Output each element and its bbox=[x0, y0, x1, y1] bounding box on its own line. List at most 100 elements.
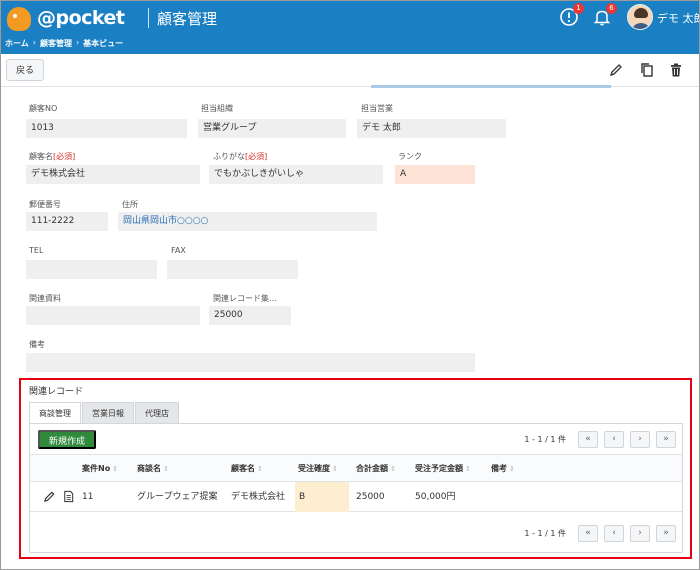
cell-planned: 50,000円 bbox=[415, 492, 456, 502]
column-header-probability[interactable]: 受注確度 ⇕ bbox=[298, 455, 338, 483]
postal-code-field: 111-2222 bbox=[26, 212, 108, 231]
breadcrumb-home[interactable]: ホーム bbox=[5, 38, 29, 49]
customer-name-label: 顧客名[必須] bbox=[29, 151, 75, 162]
required-mark: [必須] bbox=[245, 152, 268, 161]
column-header-customer[interactable]: 顧客名 ⇕ bbox=[231, 455, 263, 483]
sort-icon: ⇕ bbox=[465, 465, 471, 473]
related-docs-field bbox=[26, 306, 200, 325]
table-row[interactable]: 11 グループウェア提案 デモ株式会社 B 25000 50,000円 bbox=[30, 482, 682, 512]
fax-label: FAX bbox=[171, 246, 186, 255]
alert-count-badge: 1 bbox=[573, 3, 584, 14]
related-total-label: 関連レコード集… bbox=[213, 294, 277, 303]
tab-deals[interactable]: 商談管理 bbox=[29, 402, 81, 423]
column-label: 受注確度 bbox=[298, 464, 330, 473]
column-header-planned[interactable]: 受注予定金額 ⇕ bbox=[415, 455, 471, 483]
breadcrumb-customer[interactable]: 顧客管理 bbox=[40, 38, 72, 49]
last-page-button[interactable]: » bbox=[656, 525, 676, 542]
cell-probability: B bbox=[295, 482, 349, 512]
user-name[interactable]: デモ 太郎 bbox=[657, 10, 699, 26]
notes-field bbox=[26, 353, 475, 372]
column-label: 合計金額 bbox=[356, 464, 388, 473]
prev-page-button[interactable]: ‹ bbox=[604, 525, 624, 542]
back-button[interactable]: 戻る bbox=[6, 59, 45, 81]
new-record-button[interactable]: 新規作成 bbox=[38, 430, 97, 449]
column-header-total[interactable]: 合計金額 ⇕ bbox=[356, 455, 396, 483]
last-page-button[interactable]: » bbox=[656, 431, 676, 448]
record-toolbar: 戻る bbox=[1, 54, 699, 87]
column-header-case-no[interactable]: 案件No ⇕ bbox=[82, 455, 118, 483]
fax-field bbox=[167, 260, 298, 279]
pager-top: 1 - 1 / 1 件 « ‹ › » bbox=[524, 431, 676, 448]
header-divider bbox=[148, 8, 149, 28]
column-label: 備考 bbox=[491, 464, 507, 473]
sales-rep-field: デモ 太郎 bbox=[357, 119, 506, 138]
app-logo[interactable]: @pocket bbox=[7, 5, 147, 33]
furigana-field: でもかぶしきがいしゃ bbox=[209, 165, 383, 184]
sort-icon: ⇕ bbox=[390, 465, 396, 473]
address-link[interactable]: 岡山県岡山市○○○○ bbox=[118, 212, 377, 231]
column-label: 商談名 bbox=[137, 464, 161, 473]
copy-icon[interactable] bbox=[639, 62, 655, 78]
related-docs-label: 関連資料 bbox=[29, 294, 61, 303]
notification-count-badge: 6 bbox=[606, 3, 617, 14]
furigana-label-text: ふりがな bbox=[213, 152, 245, 161]
customer-no-label: 顧客NO bbox=[29, 104, 58, 113]
progress-accent-bar bbox=[371, 85, 611, 88]
edit-icon[interactable] bbox=[608, 62, 624, 78]
prev-page-button[interactable]: ‹ bbox=[604, 431, 624, 448]
sort-icon: ⇕ bbox=[332, 465, 338, 473]
breadcrumb-view: 基本ビュー bbox=[83, 39, 124, 48]
notes-label: 備考 bbox=[29, 340, 45, 349]
cell-total: 25000 bbox=[356, 492, 385, 502]
cell-deal-name[interactable]: グループウェア提案 bbox=[137, 482, 217, 512]
related-tabs: 商談管理 営業日報 代理店 bbox=[29, 402, 180, 423]
customer-name-label-text: 顧客名 bbox=[29, 152, 53, 161]
breadcrumb-separator-icon: › bbox=[75, 38, 80, 47]
column-label: 案件No bbox=[82, 464, 111, 473]
related-records-section: 関連レコード 商談管理 営業日報 代理店 新規作成 1 - 1 / 1 件 « … bbox=[19, 378, 692, 559]
customer-name-field: デモ株式会社 bbox=[26, 165, 200, 184]
sort-icon: ⇕ bbox=[509, 465, 515, 473]
cell-customer: デモ株式会社 bbox=[231, 492, 286, 502]
customer-no-field: 1013 bbox=[26, 119, 187, 138]
app-header: @pocket 顧客管理 ホーム › 顧客管理 › 基本ビュー 1 6 デモ 太… bbox=[1, 1, 699, 54]
column-header-notes[interactable]: 備考 ⇕ bbox=[491, 455, 515, 483]
edit-icon[interactable] bbox=[43, 490, 56, 503]
document-icon[interactable] bbox=[62, 490, 75, 503]
deals-panel: 新規作成 1 - 1 / 1 件 « ‹ › » 案件No ⇕ 商談名 ⇕ 顧客名 ⇕… bbox=[29, 423, 683, 553]
first-page-button[interactable]: « bbox=[578, 525, 598, 542]
first-page-button[interactable]: « bbox=[578, 431, 598, 448]
tab-agencies[interactable]: 代理店 bbox=[135, 402, 179, 423]
column-label: 受注予定金額 bbox=[415, 464, 463, 473]
breadcrumb: ホーム › 顧客管理 › 基本ビュー bbox=[5, 38, 123, 49]
pager-count: 1 - 1 / 1 件 bbox=[524, 529, 566, 538]
address-label: 住所 bbox=[122, 200, 138, 209]
related-records-title: 関連レコード bbox=[29, 387, 84, 397]
related-total-field: 25000 bbox=[209, 306, 291, 325]
notification-button[interactable]: 6 bbox=[591, 3, 617, 28]
department-field: 営業グループ bbox=[198, 119, 346, 138]
pager-count: 1 - 1 / 1 件 bbox=[524, 435, 566, 444]
rank-field: A bbox=[395, 165, 475, 184]
cell-case-no: 11 bbox=[82, 492, 94, 502]
avatar[interactable] bbox=[627, 4, 653, 30]
sort-icon: ⇕ bbox=[112, 465, 119, 473]
postal-code-label: 郵便番号 bbox=[29, 200, 61, 209]
kangaroo-logo-icon bbox=[7, 7, 31, 31]
app-window: @pocket 顧客管理 ホーム › 顧客管理 › 基本ビュー 1 6 デモ 太… bbox=[0, 0, 700, 570]
page-title: 顧客管理 bbox=[157, 10, 218, 28]
tel-label: TEL bbox=[29, 246, 44, 255]
table-header: 案件No ⇕ 商談名 ⇕ 顧客名 ⇕ 受注確度 ⇕ 合計金額 ⇕ 受注予定金額 ⇕ 備考 ⇕ bbox=[30, 454, 682, 482]
next-page-button[interactable]: › bbox=[630, 525, 650, 542]
alert-button[interactable]: 1 bbox=[558, 3, 584, 28]
column-header-deal-name[interactable]: 商談名 ⇕ bbox=[137, 455, 169, 483]
trash-icon[interactable] bbox=[668, 62, 684, 78]
tel-field bbox=[26, 260, 157, 279]
pager-bottom: 1 - 1 / 1 件 « ‹ › » bbox=[524, 525, 676, 542]
tab-daily-reports[interactable]: 営業日報 bbox=[82, 402, 134, 423]
sort-icon: ⇕ bbox=[257, 465, 263, 473]
next-page-button[interactable]: › bbox=[630, 431, 650, 448]
furigana-label: ふりがな[必須] bbox=[213, 151, 267, 162]
department-label: 担当組織 bbox=[201, 104, 233, 113]
sort-icon: ⇕ bbox=[163, 465, 169, 473]
